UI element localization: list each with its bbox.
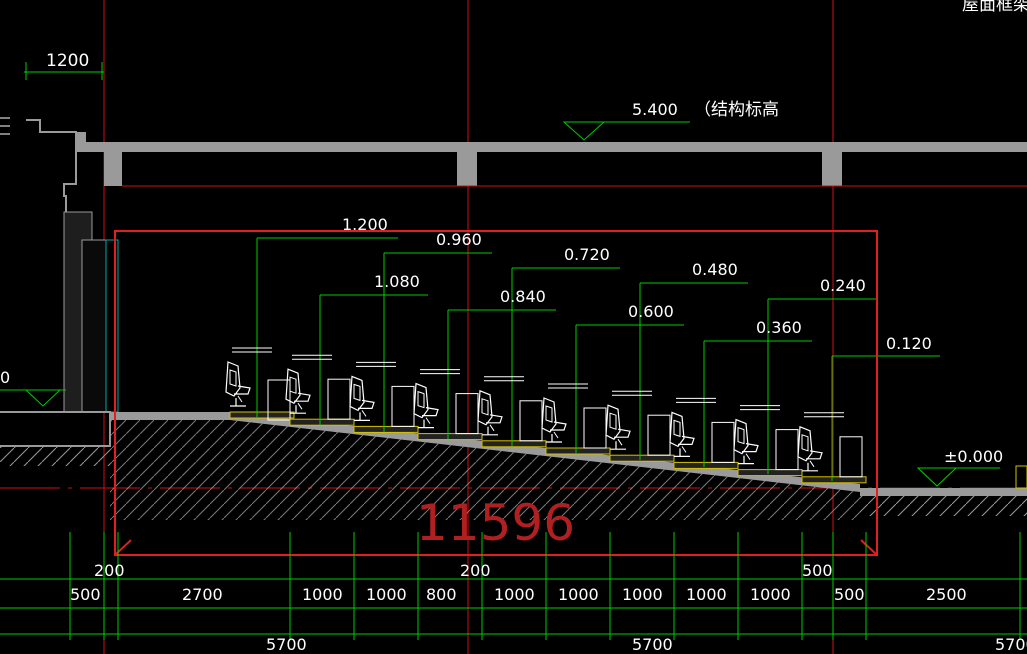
tier-riser [519,400,543,442]
span-label: 5700 [995,635,1027,654]
theater-seat-icon [225,361,251,407]
tier-tread [673,461,739,469]
header-partial-label: 屋面框架 [962,0,1027,15]
tier-tread [481,440,547,448]
left-wall [0,117,119,466]
tier-level-0600: 0.600 [628,302,674,321]
span-label: 500 [802,561,833,580]
tier-tread [609,454,675,462]
tier-tread [545,447,611,455]
tier-riser [711,421,735,463]
tier-riser [839,436,863,478]
ground-level-label: ±0.000 [944,447,1003,466]
left-level-marker [0,389,66,407]
span-label: 5700 [266,635,307,654]
tier-riser [327,378,351,420]
tier-tread [353,425,419,433]
span-label: 800 [426,585,457,604]
tier-level-0120: 0.120 [886,334,932,353]
theater-seat-icon [669,411,695,457]
tier-tread [229,411,295,419]
roof-slab [66,132,1027,186]
span-label: 500 [70,585,101,604]
span-label: 1000 [622,585,663,604]
sight-line-mark [548,383,588,389]
dimension-row-2: 500 2700 1000 1000 800 1000 1000 1000 10… [70,585,967,604]
tier-level-0720: 0.720 [564,245,610,264]
tier-labels: 1.200 1.080 0.960 0.840 0.720 0.600 0.48… [342,215,932,353]
theater-seat-icon [413,383,439,429]
sight-line-mark [676,397,716,403]
section-drawing: 屋面框架 1200 5.400 （结构标高 0 1.200 1.080 0.96… [0,0,1027,654]
dimension-row-1: 200 200 500 [94,561,833,580]
tier-riser [775,429,799,471]
leader-line [447,309,556,439]
tier-riser [583,407,607,449]
tier-level-0480: 0.480 [692,260,738,279]
tier-tread [289,418,355,426]
tier-level-1080: 1.080 [374,272,420,291]
span-label: 500 [834,585,865,604]
sight-line-mark [292,354,332,360]
theater-seat-icon [541,397,567,443]
sight-line-mark [612,390,652,396]
span-label: 1000 [366,585,407,604]
span-label: 1000 [686,585,727,604]
tier-tread [417,433,483,441]
tier-riser [391,385,415,427]
ground-elevation-marker [916,465,1027,489]
tier-tread [737,469,803,477]
tier-level-0360: 0.360 [756,318,802,337]
span-label: 1000 [558,585,599,604]
leader-line [319,294,428,425]
tier-tread [801,476,867,484]
sight-line-mark [484,376,524,382]
sight-line-mark [232,347,272,353]
left-level-label: 0 [0,368,10,387]
theater-seat-icon [797,426,823,472]
span-label: 5700 [632,635,673,654]
top-dim-label: 1200 [46,51,89,71]
span-label: 1000 [750,585,791,604]
sight-line-mark [356,361,396,367]
theater-seat-icon [477,390,503,436]
tier-level-0960: 0.960 [436,230,482,249]
theater-seat-icon [349,375,375,421]
span-label: 200 [460,561,491,580]
tier-level-0840: 0.840 [500,287,546,306]
theater-seat-icon [733,419,759,465]
sight-line-mark [740,405,780,411]
sight-line-mark [420,369,460,375]
span-label: 200 [94,561,125,580]
tier-riser [647,414,671,456]
dimension-row-3: 5700 5700 5700 [266,635,1027,654]
theater-seat-icon [605,404,631,450]
roof-elevation-marker [562,121,690,141]
leader-line [575,324,684,453]
leader-line [831,355,940,481]
leader-line [703,340,812,467]
overall-dimension-label: 11596 [416,494,575,552]
sight-line-mark [804,412,844,418]
span-label: 2700 [182,585,223,604]
span-label: 1000 [302,585,343,604]
roof-note-label: （结构标高 [694,100,779,120]
tier-riser [455,393,479,435]
roof-level-label: 5.400 [632,100,678,119]
tier-level-0240: 0.240 [820,276,866,295]
span-label: 2500 [926,585,967,604]
span-label: 1000 [494,585,535,604]
